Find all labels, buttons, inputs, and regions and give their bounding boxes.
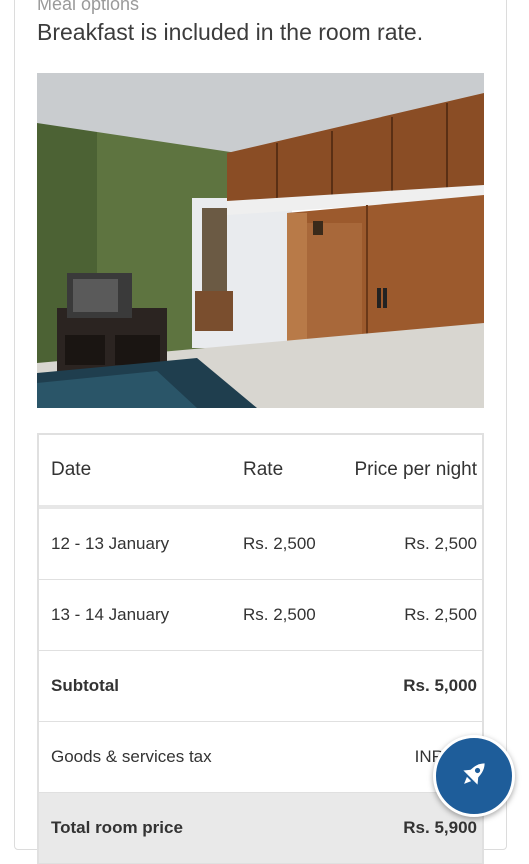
total-row: Total room price Rs. 5,900 bbox=[39, 793, 482, 864]
tax-label: Goods & services tax bbox=[51, 747, 212, 766]
tax-row: Goods & services tax INR 900 bbox=[39, 722, 482, 793]
subtotal-row: Subtotal Rs. 5,000 bbox=[39, 651, 482, 722]
subtotal-label: Subtotal bbox=[51, 676, 119, 695]
rocket-action-button[interactable] bbox=[433, 735, 515, 817]
row-date: 12 - 13 January bbox=[51, 534, 170, 553]
row-rate: Rs. 2,500 bbox=[243, 605, 316, 624]
date-column-header: Date bbox=[51, 459, 92, 480]
table-row: 12 - 13 January Rs. 2,500 Rs. 2,500 bbox=[39, 509, 482, 580]
subtotal-value: Rs. 5,000 bbox=[403, 676, 477, 695]
row-date: 13 - 14 January bbox=[51, 605, 170, 624]
row-price: Rs. 2,500 bbox=[404, 534, 477, 553]
row-price: Rs. 2,500 bbox=[404, 605, 477, 624]
room-photo bbox=[37, 73, 484, 408]
table-header-row: Date Rate Price per night bbox=[39, 435, 482, 509]
row-rate: Rs. 2,500 bbox=[243, 534, 316, 553]
rate-column-header: Rate bbox=[243, 459, 284, 480]
meal-options-heading: Meal options bbox=[37, 0, 140, 14]
table-row: 13 - 14 January Rs. 2,500 Rs. 2,500 bbox=[39, 580, 482, 651]
total-value: Rs. 5,900 bbox=[403, 818, 477, 837]
price-column-header: Price per night bbox=[354, 459, 477, 480]
rocket-icon bbox=[457, 757, 491, 796]
price-table: Date Rate Price per night 12 - 13 Januar… bbox=[37, 433, 484, 864]
total-label: Total room price bbox=[51, 818, 183, 837]
meal-options-text: Breakfast is included in the room rate. bbox=[37, 19, 424, 45]
